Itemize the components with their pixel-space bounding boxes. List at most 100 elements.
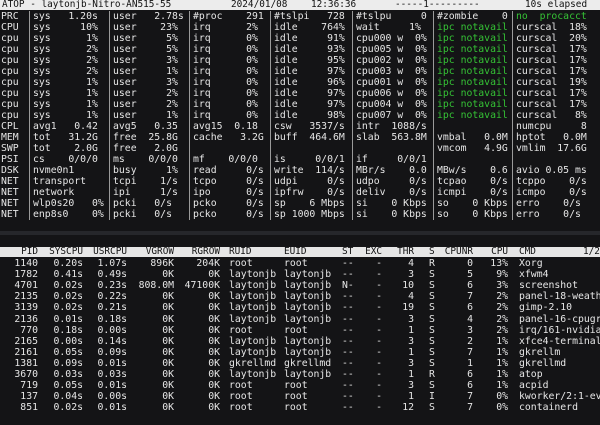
process-pid: 2135 <box>14 291 38 303</box>
column-separator <box>270 44 271 55</box>
process-usrcpu: 1.07s <box>97 258 128 269</box>
column-separator <box>512 176 513 187</box>
stat-cell: tot 31.2G <box>33 132 98 143</box>
process-row[interactable]: 1782 0.41s 0.49s 0K 0K laytonjb laytonjb -- -3 S 5… <box>0 269 600 280</box>
process-cmd: gimp-2.10 <box>519 302 573 314</box>
process-row[interactable]: 3139 0.02s 0.21s 0K 0K laytonjb laytonjb -- -19 S… <box>0 302 600 313</box>
process-row[interactable]: 3670 0.03s 0.03s 0K 0K laytonjb laytonjb -- -1 R 6… <box>0 369 600 380</box>
process-row[interactable]: 770 0.18s 0.00s 0K 0K root root -- -1 S 3 2% irq/161… <box>0 325 600 336</box>
process-thr: 1 <box>408 346 414 358</box>
process-pid: 3670 <box>14 369 38 380</box>
elapsed: 10s elapsed <box>525 0 588 10</box>
stat-cell: user 3% <box>113 55 178 66</box>
column-separator <box>433 187 434 198</box>
host-title: ATOP - laytonjb-Nitro-AN515-55 <box>2 0 172 10</box>
process-cmd: gkrellmd <box>519 357 567 369</box>
process-pid: 4701 <box>14 280 38 292</box>
column-separator <box>512 55 513 66</box>
process-rgrow: 0K <box>208 391 220 403</box>
process-st: -- <box>342 357 354 369</box>
process-vgrow: 0K <box>162 346 174 358</box>
process-cpunr: 7 <box>467 391 473 403</box>
process-exc: - <box>376 402 382 414</box>
process-s: S <box>429 380 435 392</box>
stat-cell: avg15 0.18 <box>193 121 258 132</box>
column-separator <box>29 110 30 121</box>
process-euid: laytonjb <box>284 313 332 325</box>
column-separator <box>433 44 434 55</box>
stat-row-label: cpu <box>1 77 19 88</box>
stat-cell: so 0 Kbps <box>437 198 508 209</box>
column-separator <box>352 209 353 220</box>
column-separator <box>189 143 190 154</box>
process-row[interactable]: 137 0.04s 0.00s 0K 0K root root -- -1 I 7 0% kworker… <box>0 391 600 402</box>
stat-cell: deliv 0/s <box>356 187 427 198</box>
process-usrcpu: 0.18s <box>97 313 128 325</box>
process-cpunr: 0 <box>467 258 473 269</box>
column-separator <box>352 99 353 110</box>
process-st: -- <box>342 335 354 347</box>
column-separator <box>109 121 110 132</box>
process-usrcpu: 0.23s <box>97 280 128 292</box>
process-row[interactable]: 4701 0.02s 0.23s 808.0M 47100K laytonjb layton… <box>0 280 600 291</box>
process-row[interactable]: 2135 0.02s 0.22s 0K 0K laytonjb laytonjb -- -4 S 7… <box>0 291 600 302</box>
process-row[interactable]: 2165 0.00s 0.14s 0K 0K laytonjb laytonjb -- -3 S 2… <box>0 336 600 347</box>
stat-cell: user 5% <box>113 33 178 44</box>
process-st: -- <box>342 258 354 269</box>
stat-cell: irq 0% <box>193 33 258 44</box>
stat-cell: irq 0% <box>193 66 258 77</box>
process-cmd: screenshot <box>519 280 578 292</box>
column-separator <box>270 110 271 121</box>
process-usrcpu: 0.00s <box>97 324 128 336</box>
process-cmd: irq/161-nvidia <box>519 324 600 336</box>
stat-row-label: cpu <box>1 66 19 77</box>
process-syscpu: 0.01s <box>53 313 84 325</box>
column-separator <box>29 88 30 99</box>
process-row[interactable]: 2161 0.05s 0.09s 0K 0K laytonjb laytonjb -- -1 S 7… <box>0 347 600 358</box>
process-row[interactable]: 1381 0.09s 0.01s 0K 0K gkrellmd gkrellmd -- -3 S 1… <box>0 358 600 369</box>
stat-cell: sys 2% <box>33 44 98 55</box>
column-separator <box>29 209 30 220</box>
process-rgrow: 0K <box>208 380 220 392</box>
stat-cell: sys 1% <box>33 110 98 121</box>
process-row[interactable]: 851 0.02s 0.01s 0K 0K root root -- -12 S 7 0% contai… <box>0 402 600 413</box>
process-vgrow: 0K <box>162 357 174 369</box>
column-separator <box>512 187 513 198</box>
stat-cell: sys 1.20s <box>33 11 98 22</box>
process-cmd: panel-18-weath <box>519 291 600 303</box>
stat-cell: hptot 0.0M <box>516 132 587 143</box>
column-separator <box>352 44 353 55</box>
stat-row: cpu sys 1% user 2% irq 0% idle 97% cpu006 w 0… <box>0 88 600 99</box>
process-pid: 2136 <box>14 313 38 325</box>
stat-cell: idle 96% <box>274 77 345 88</box>
column-separator <box>270 99 271 110</box>
stat-cell: pcki 0/s <box>113 209 172 220</box>
process-thr: 1 <box>408 369 414 380</box>
process-exc: - <box>376 291 382 303</box>
process-thr: 1 <box>408 324 414 336</box>
process-pid: 137 <box>20 391 38 403</box>
column-separator <box>189 165 190 176</box>
stat-row-label: MEM <box>1 132 19 143</box>
process-euid: laytonjb <box>284 280 332 292</box>
column-separator <box>189 132 190 143</box>
time: 12:36:36 <box>311 0 357 10</box>
column-separator <box>270 55 271 66</box>
process-euid: root <box>284 402 308 414</box>
process-row[interactable]: 2136 0.01s 0.18s 0K 0K laytonjb laytonjb -- -3 S 4… <box>0 314 600 325</box>
process-usrcpu: 0.49s <box>97 269 128 281</box>
column-separator <box>433 209 434 220</box>
stat-cell: cpu005 w 0% <box>356 44 427 55</box>
process-row[interactable]: 719 0.05s 0.01s 0K 0K root root -- -3 S 6 1% acpid <box>0 380 600 391</box>
process-thr: 3 <box>408 313 414 325</box>
process-euid: laytonjb <box>284 302 332 314</box>
process-st: -- <box>342 302 354 314</box>
column-separator <box>270 187 271 198</box>
process-row[interactable]: 1140 0.20s 1.07s 896K 204K root root -- -4 R 0 13% X… <box>0 258 600 269</box>
process-exc: - <box>376 335 382 347</box>
column-separator <box>29 33 30 44</box>
stat-cell: wlp0s20 0% <box>33 198 104 209</box>
column-separator <box>189 22 190 33</box>
stat-row: NET network ipi 1/s ipo 0/s ipfrw 0/s deliv 0… <box>0 187 600 198</box>
column-separator <box>270 121 271 132</box>
